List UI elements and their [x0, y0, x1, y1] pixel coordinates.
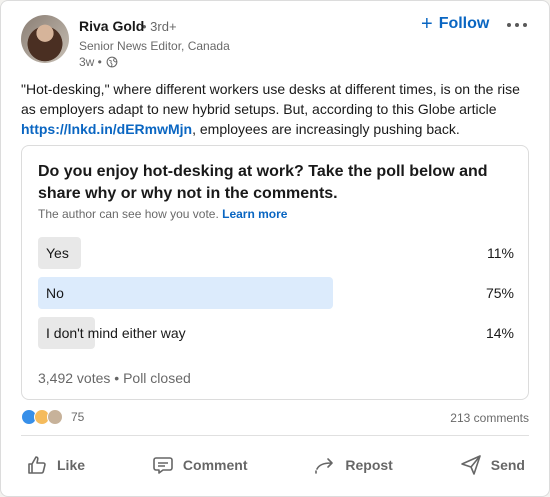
- comments-count[interactable]: 213 comments: [450, 411, 529, 425]
- poll-option-no[interactable]: No 75%: [38, 277, 514, 309]
- poll-card: Do you enjoy hot-desking at work? Take t…: [21, 145, 529, 400]
- reactions-summary[interactable]: 75: [21, 409, 84, 425]
- poll-note-text: The author can see how you vote.: [38, 207, 219, 221]
- repost-button[interactable]: Repost: [299, 445, 406, 485]
- plus-icon: +: [421, 13, 433, 35]
- connection-degree: • 3rd+: [142, 19, 177, 34]
- divider: [21, 435, 529, 436]
- learn-more-link[interactable]: Learn more: [222, 207, 287, 221]
- send-label: Send: [490, 457, 525, 473]
- repost-icon: [315, 458, 334, 474]
- poll-option-bar: [38, 277, 334, 309]
- poll-privacy-note: The author can see how you vote. Learn m…: [38, 207, 287, 221]
- action-bar: Like Comment Repost Send: [11, 445, 539, 485]
- send-icon: [460, 455, 481, 475]
- poll-meta: 3,492 votes • Poll closed: [38, 370, 191, 386]
- poll-option-label: No: [46, 285, 64, 301]
- author-headline: Senior News Editor, Canada: [79, 39, 230, 53]
- comment-icon: [153, 457, 173, 474]
- reactions-count: 75: [71, 410, 85, 424]
- insightful-reaction-icon: [47, 409, 63, 425]
- comment-button[interactable]: Comment: [137, 445, 262, 485]
- poll-option-percent: 75%: [485, 285, 514, 301]
- follow-button[interactable]: + Follow: [421, 13, 490, 35]
- article-link[interactable]: https://lnkd.in/dERmwMjn: [21, 121, 192, 137]
- thumbs-up-icon: [28, 456, 46, 474]
- poll-question: Do you enjoy hot-desking at work? Take t…: [38, 163, 488, 202]
- comment-label: Comment: [182, 457, 248, 473]
- poll-option-label: Yes: [46, 245, 69, 261]
- post-time-text: 3w •: [79, 55, 102, 69]
- like-button[interactable]: Like: [11, 445, 99, 485]
- post-text: "Hot-desking," where different workers u…: [21, 79, 521, 139]
- author-avatar[interactable]: [21, 15, 69, 63]
- follow-label: Follow: [438, 15, 490, 32]
- like-label: Like: [57, 457, 86, 473]
- more-options-icon[interactable]: [503, 15, 531, 35]
- poll-option-yes[interactable]: Yes 11%: [38, 237, 514, 269]
- post-text-before: "Hot-desking," where different workers u…: [21, 81, 520, 117]
- post-card: Riva Gold • 3rd+ Senior News Editor, Can…: [0, 0, 550, 497]
- globe-icon: [106, 56, 118, 68]
- poll-option-percent: 14%: [485, 325, 514, 341]
- send-button[interactable]: Send: [445, 445, 539, 485]
- poll-option-percent: 11%: [487, 245, 514, 261]
- post-text-after: , employees are increasingly pushing bac…: [192, 121, 460, 137]
- author-name[interactable]: Riva Gold: [79, 18, 144, 34]
- repost-label: Repost: [345, 457, 393, 473]
- poll-option-label: I don't mind either way: [46, 325, 186, 341]
- post-time: 3w •: [79, 55, 118, 69]
- poll-option-either[interactable]: I don't mind either way 14%: [38, 317, 514, 349]
